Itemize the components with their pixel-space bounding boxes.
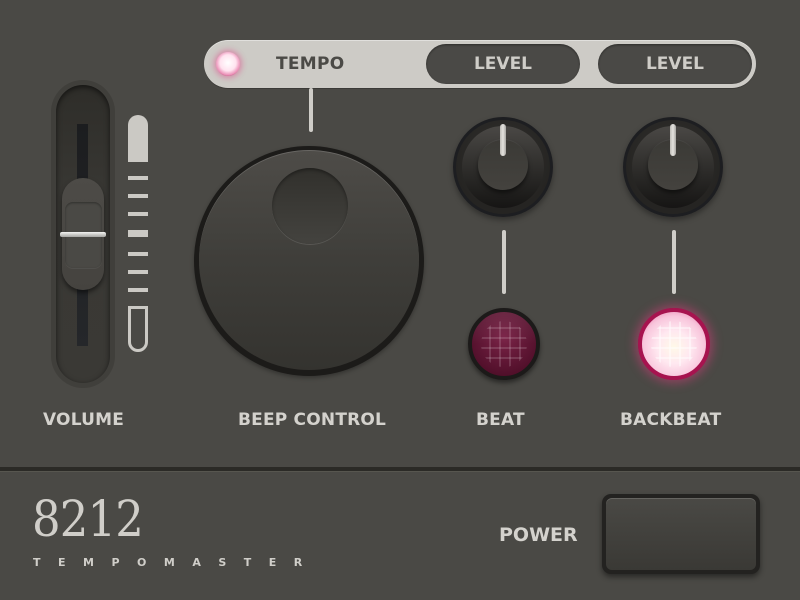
panel-divider-highlight [0, 471, 800, 472]
beep-connector-line [309, 88, 313, 132]
volume-scale-tick [128, 194, 148, 198]
beat-level-knob[interactable] [453, 117, 553, 217]
beat-led-grid-icon [481, 321, 527, 367]
mode-selector-bar: TEMPO LEVEL LEVEL [204, 40, 756, 88]
volume-slider-thumb-line [60, 232, 106, 237]
backbeat-led-grid-icon [651, 321, 697, 367]
volume-scale-tick-mid [128, 230, 148, 237]
beat-knob-pointer-icon [500, 124, 506, 156]
power-label: POWER [499, 524, 578, 546]
tempo-indicator-led [216, 52, 240, 76]
volume-scale-max-icon [128, 115, 148, 162]
volume-scale-tick [128, 270, 148, 274]
beat-connector-line [502, 230, 506, 294]
volume-scale-tick [128, 176, 148, 180]
beep-control-label: BEEP CONTROL [238, 410, 387, 430]
beep-control-finger-dimple[interactable] [272, 168, 348, 244]
volume-label: VOLUME [43, 410, 125, 430]
volume-scale-tick [128, 212, 148, 216]
beat-label: BEAT [476, 410, 525, 430]
backbeat-led-on [638, 308, 710, 380]
power-button-face[interactable] [606, 498, 756, 570]
volume-scale-tick [128, 252, 148, 256]
backbeat-level-knob[interactable] [623, 117, 723, 217]
beat-led-off [468, 308, 540, 380]
backbeat-connector-line [672, 230, 676, 294]
backbeat-knob-pointer-icon [670, 124, 676, 156]
mode-level-2-button[interactable]: LEVEL [598, 44, 752, 84]
power-button[interactable] [602, 494, 760, 574]
volume-scale-min-icon [128, 306, 148, 352]
model-number: 8212 [32, 490, 144, 548]
backbeat-label: BACKBEAT [620, 410, 722, 430]
brand-name: TEMPOMASTER [33, 556, 320, 569]
mode-tempo-button[interactable]: TEMPO [276, 40, 345, 88]
volume-scale-tick [128, 288, 148, 292]
mode-level-1-button[interactable]: LEVEL [426, 44, 580, 84]
